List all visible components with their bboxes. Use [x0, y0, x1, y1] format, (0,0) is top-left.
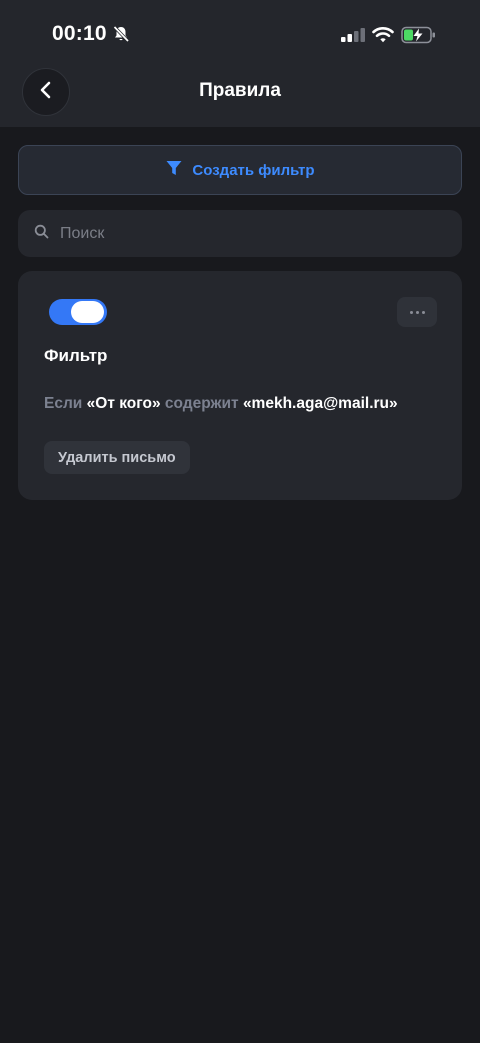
search-icon — [34, 224, 49, 244]
condition-field: «От кого» — [86, 395, 161, 412]
battery-charging-icon — [401, 26, 437, 49]
condition-operator: содержит — [164, 395, 239, 412]
filter-card[interactable]: Фильтр Если «От кого» содержит «mekh.aga… — [18, 271, 462, 500]
filter-name: Фильтр — [44, 346, 108, 365]
search-bar[interactable] — [18, 210, 462, 257]
condition-value: «mekh.aga@mail.ru» — [242, 395, 398, 412]
wifi-icon — [372, 26, 394, 49]
funnel-icon — [165, 159, 183, 182]
search-input[interactable] — [60, 224, 440, 243]
filter-condition: Если «От кого» содержит «mekh.aga@mail.r… — [44, 395, 398, 413]
page-title: Правила — [199, 80, 281, 101]
toggle-knob — [71, 301, 104, 323]
filter-enabled-toggle[interactable] — [49, 299, 107, 325]
more-options-button[interactable] — [397, 297, 437, 327]
status-time: 00:10 — [52, 22, 107, 45]
filter-action-chip: Удалить письмо — [44, 441, 190, 474]
create-filter-label: Создать фильтр — [192, 161, 315, 179]
create-filter-button[interactable]: Создать фильтр — [18, 145, 462, 195]
status-bar: 00:10 — [0, 0, 480, 70]
cellular-signal-icon — [340, 27, 366, 50]
more-horizontal-icon — [409, 310, 425, 314]
bell-slash-icon — [112, 25, 130, 48]
top-bar: 00:10 Правила — [0, 0, 480, 127]
condition-prefix: Если — [44, 395, 83, 412]
